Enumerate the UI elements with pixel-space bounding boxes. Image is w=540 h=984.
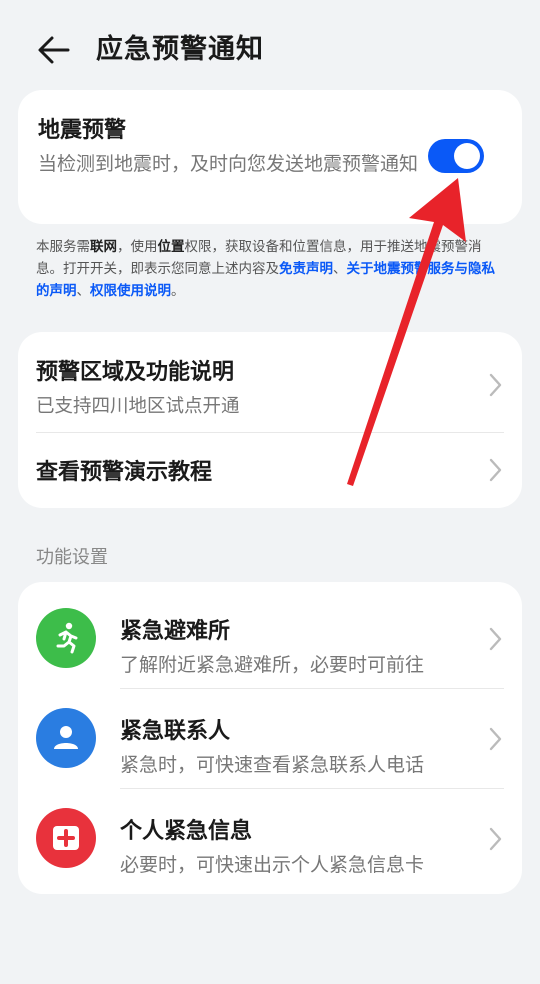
alert-area-title: 预警区域及功能说明 [36, 360, 235, 385]
shelter-subtitle: 了解附近紧急避难所，必要时可前往 [120, 654, 425, 676]
notice-separator: 、 [333, 261, 347, 277]
toggle-knob [454, 143, 480, 169]
service-notice: 本服务需联网，使用位置权限，获取设备和位置信息，用于推送地震预警消息。打开开关，… [36, 236, 506, 302]
personal-info-subtitle: 必要时，可快速出示个人紧急信息卡 [120, 854, 425, 876]
disclaimer-link[interactable]: 免责声明 [279, 261, 333, 277]
personal-emergency-info-row[interactable]: 个人紧急信息 必要时，可快速出示个人紧急信息卡 [18, 788, 522, 888]
notice-end: 。 [171, 283, 185, 299]
notice-separator: 、 [76, 283, 91, 299]
notice-location: 位置 [157, 239, 185, 255]
info-card: 预警区域及功能说明 已支持四川地区试点开通 查看预警演示教程 [18, 332, 522, 508]
earthquake-alert-toggle[interactable] [428, 139, 484, 173]
page-title: 应急预警通知 [96, 34, 264, 65]
chevron-right-icon [489, 727, 502, 751]
alert-area-subtitle: 已支持四川地区试点开通 [36, 396, 240, 417]
earthquake-alert-description: 当检测到地震时，及时向您发送地震预警通知 [38, 153, 419, 175]
chevron-right-icon [489, 627, 502, 651]
shelter-row[interactable]: 紧急避难所 了解附近紧急避难所，必要时可前往 [18, 588, 522, 688]
notice-network: 联网 [90, 239, 117, 255]
emergency-contact-title: 紧急联系人 [120, 719, 231, 744]
running-person-icon [36, 608, 96, 668]
emergency-alert-page: 应急预警通知 地震预警 当检测到地震时，及时向您发送地震预警通知 本服务需联网，… [0, 0, 540, 984]
alert-area-row[interactable]: 预警区域及功能说明 已支持四川地区试点开通 [18, 332, 522, 432]
contact-person-icon [36, 708, 96, 768]
section-title: 功能设置 [36, 547, 108, 568]
chevron-right-icon [489, 827, 502, 851]
notice-text: ，使用 [117, 239, 158, 255]
shelter-title: 紧急避难所 [120, 619, 231, 644]
personal-info-title: 个人紧急信息 [120, 819, 253, 844]
features-card: 紧急避难所 了解附近紧急避难所，必要时可前往 紧急联系人 紧急时，可快速查看紧急… [18, 582, 522, 894]
chevron-right-icon [489, 458, 502, 482]
notice-text: 本服务需 [36, 239, 90, 255]
medical-cross-icon [36, 808, 96, 868]
earthquake-alert-title: 地震预警 [38, 118, 127, 143]
back-arrow-icon [38, 36, 70, 64]
emergency-contact-row[interactable]: 紧急联系人 紧急时，可快速查看紧急联系人电话 [18, 688, 522, 788]
demo-tutorial-title: 查看预警演示教程 [36, 460, 213, 485]
emergency-contact-subtitle: 紧急时，可快速查看紧急联系人电话 [120, 754, 425, 776]
back-button[interactable] [32, 28, 76, 72]
demo-tutorial-row[interactable]: 查看预警演示教程 [18, 433, 522, 508]
chevron-right-icon [489, 373, 502, 397]
header: 应急预警通知 [0, 0, 540, 100]
permission-info-link[interactable]: 权限使用说明 [90, 283, 171, 299]
